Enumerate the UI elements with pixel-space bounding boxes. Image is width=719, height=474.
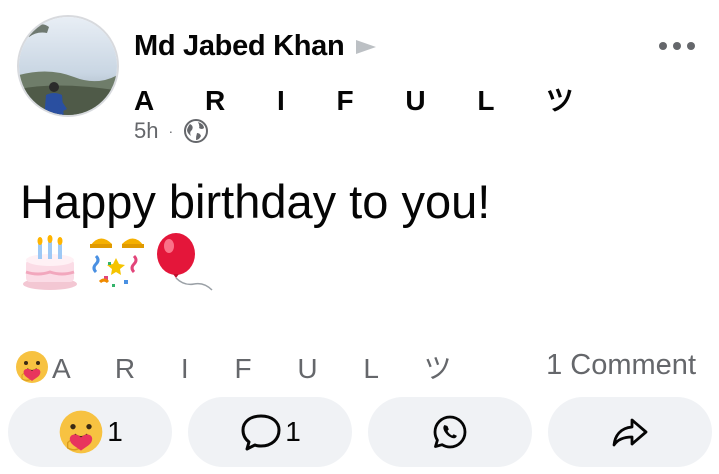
share-arrow-icon [612, 418, 648, 447]
comment-icon [241, 414, 281, 451]
author-avatar[interactable] [17, 15, 119, 117]
more-options-icon[interactable] [657, 34, 697, 58]
whatsapp-icon [433, 415, 467, 449]
react-button[interactable]: 1 [8, 397, 172, 467]
care-reaction-icon [59, 410, 103, 454]
react-count: 1 [107, 416, 123, 447]
comment-count: 1 [285, 416, 301, 447]
reactor-name[interactable]: A R I F U L ツ [52, 347, 471, 387]
birthday-cake-emoji [23, 235, 77, 290]
care-reaction-icon[interactable] [14, 349, 50, 385]
meta-separator: · [168, 123, 174, 139]
globe-icon [184, 119, 209, 143]
party-popper-emoji [90, 238, 144, 287]
post-emojis [20, 232, 218, 294]
post-time[interactable]: 5h [134, 118, 158, 144]
balloon-emoji [157, 233, 213, 291]
share-button[interactable] [548, 397, 712, 467]
author-name[interactable]: Md Jabed Khan [134, 30, 345, 63]
triangle-arrow-icon [356, 39, 377, 54]
post-text: Happy birthday to you! [20, 175, 491, 228]
comment-count-link[interactable]: 1 Comment [546, 349, 696, 382]
whatsapp-share-button[interactable] [368, 397, 532, 467]
comment-button[interactable]: 1 [188, 397, 352, 467]
group-name[interactable]: A R I F U L ツ [134, 79, 596, 119]
